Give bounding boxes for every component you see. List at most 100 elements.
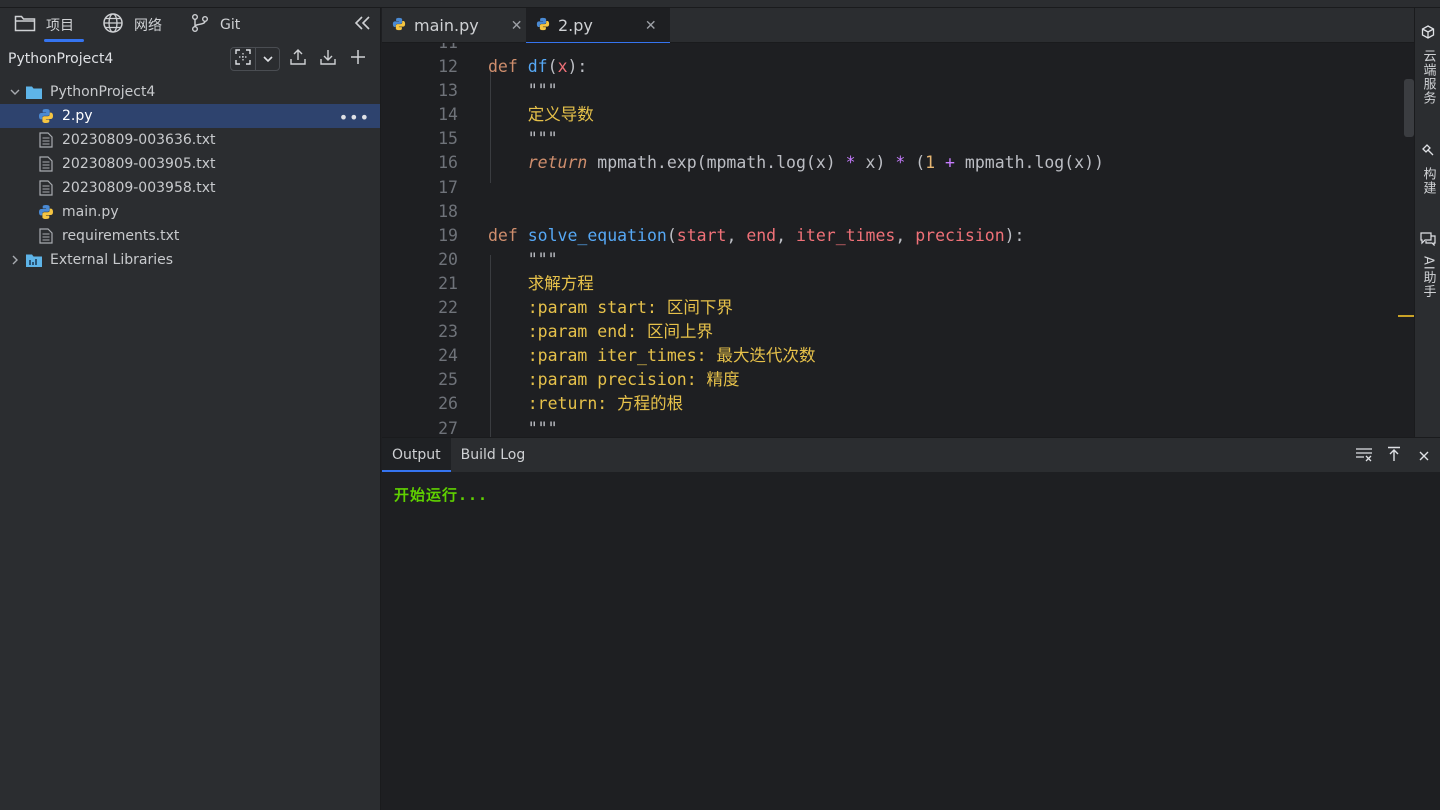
tab-project[interactable]: 项目 (0, 8, 88, 42)
more-options-icon[interactable]: ••• (339, 108, 370, 127)
scroll-to-top-button[interactable] (1382, 444, 1406, 468)
line-number: 25 (438, 370, 458, 390)
tab-2-py[interactable]: 2.py ✕ (526, 8, 670, 44)
tree-item-mainpy[interactable]: main.py (0, 200, 380, 224)
docstring: :param start: 区间下界 (527, 298, 733, 318)
tab-network-label: 网络 (134, 18, 162, 34)
keyword: def (488, 225, 518, 245)
tab-project-label: 项目 (46, 18, 74, 34)
text-file-icon (38, 228, 54, 244)
docstring: """ (527, 81, 558, 101)
clear-output-button[interactable] (1352, 444, 1376, 468)
tree-item-2py[interactable]: 2.py ••• (0, 104, 380, 128)
tree-item-label: 20230809-003958.txt (62, 180, 216, 196)
keyword: return (527, 153, 588, 173)
tab-git[interactable]: Git (176, 8, 254, 42)
tree-item-txt-3[interactable]: 20230809-003958.txt (0, 176, 380, 200)
tree-item-project-folder[interactable]: PythonProject4 (0, 80, 380, 104)
param: iter_times (796, 225, 896, 245)
tree-item-txt-1[interactable]: 20230809-003636.txt (0, 128, 380, 152)
tab-main-py[interactable]: main.py ✕ (382, 8, 526, 43)
line-number: 12 (438, 57, 458, 77)
code-line-12: def df(x): (488, 57, 588, 77)
function-name: df (527, 57, 548, 77)
editor-tab-bar: main.py ✕ 2.py ✕ (382, 8, 1414, 44)
download-button[interactable] (316, 47, 340, 71)
line-number: 20 (438, 249, 458, 269)
locate-file-button[interactable] (231, 48, 255, 70)
operator: + (945, 153, 955, 173)
close-icon[interactable]: ✕ (645, 18, 657, 34)
tree-item-external-libraries[interactable]: External Libraries (0, 248, 380, 272)
line-number: 11 (382, 43, 458, 55)
code-editor[interactable]: 11 12 13 14 15 16 17 18 19 20 21 22 23 2… (382, 43, 1414, 437)
tree-item-label: main.py (62, 204, 119, 220)
line-number: 24 (438, 346, 458, 366)
line-number: 23 (438, 322, 458, 342)
docstring: 求解方程 (527, 273, 594, 293)
output-panel: Output Build Log 开始运行... (382, 437, 1440, 810)
file-tree: PythonProject4 2.py ••• 20230809-003636.… (0, 80, 380, 272)
code-line-25: :param precision: 精度 (488, 368, 1104, 392)
python-file-icon (392, 16, 406, 35)
chat-icon (1420, 231, 1436, 250)
sidebar-tabs: 项目 网络 Git (0, 8, 380, 42)
tree-item-label: 20230809-003905.txt (62, 156, 216, 172)
line-gutter: 11 12 13 14 15 16 17 18 19 20 21 22 23 2… (382, 43, 458, 437)
close-panel-button[interactable] (1412, 444, 1436, 468)
python-file-icon (38, 204, 54, 220)
tree-item-requirements[interactable]: requirements.txt (0, 224, 380, 248)
python-file-icon (38, 108, 54, 124)
double-chevron-left-icon (354, 15, 372, 35)
line-number: 18 (438, 201, 458, 221)
close-icon[interactable]: ✕ (511, 18, 523, 34)
view-options-dropdown[interactable] (255, 48, 279, 70)
panel-actions (1352, 444, 1436, 468)
library-icon (26, 252, 42, 268)
tab-build-log[interactable]: Build Log (451, 438, 536, 472)
line-number: 27 (438, 418, 458, 438)
download-icon (319, 48, 337, 70)
docstring: """ (527, 249, 558, 269)
tab-label: 2.py (558, 16, 593, 35)
tree-item-label: requirements.txt (62, 228, 180, 244)
chevron-down-icon[interactable] (8, 87, 22, 97)
chevron-down-icon (262, 50, 274, 69)
chevron-right-icon[interactable] (8, 255, 22, 265)
toolwindow-ai-assistant[interactable]: AI助手 (1415, 231, 1440, 299)
tab-git-label: Git (220, 17, 241, 33)
line-number: 13 (438, 81, 458, 101)
toolwindow-label: 构建 (1420, 167, 1436, 195)
line-number: 22 (438, 298, 458, 318)
line-number: 26 (438, 394, 458, 414)
vertical-scrollbar[interactable] (1404, 79, 1414, 137)
tab-output[interactable]: Output (382, 438, 451, 472)
toolwindow-cloud-services[interactable]: 云端服务 (1415, 24, 1440, 105)
git-branch-icon (190, 13, 210, 37)
toolwindow-build[interactable]: 构建 (1415, 142, 1440, 195)
toolwindow-label: 云端服务 (1420, 49, 1436, 105)
tab-label: main.py (414, 16, 479, 35)
code-line-13: """ (488, 79, 1104, 103)
collapse-sidebar-button[interactable] (352, 14, 374, 36)
tab-network[interactable]: 网络 (88, 8, 176, 42)
param: start (676, 225, 727, 245)
tree-item-label: 20230809-003636.txt (62, 132, 216, 148)
tree-item-txt-2[interactable]: 20230809-003905.txt (0, 152, 380, 176)
line-number: 19 (438, 225, 458, 245)
close-icon (1418, 447, 1430, 466)
clear-lines-icon (1355, 446, 1373, 466)
tree-item-label: PythonProject4 (50, 84, 156, 100)
code-line-22: :param start: 区间下界 (488, 296, 1104, 320)
add-button[interactable] (346, 47, 370, 71)
upload-button[interactable] (286, 47, 310, 71)
number: 1 (925, 153, 936, 173)
arrow-up-to-line-icon (1387, 446, 1401, 466)
code-line-27: """ (488, 417, 1104, 438)
code-line-20: """ (488, 248, 1104, 272)
view-mode-select[interactable] (230, 47, 280, 71)
hammer-icon (1421, 142, 1435, 161)
